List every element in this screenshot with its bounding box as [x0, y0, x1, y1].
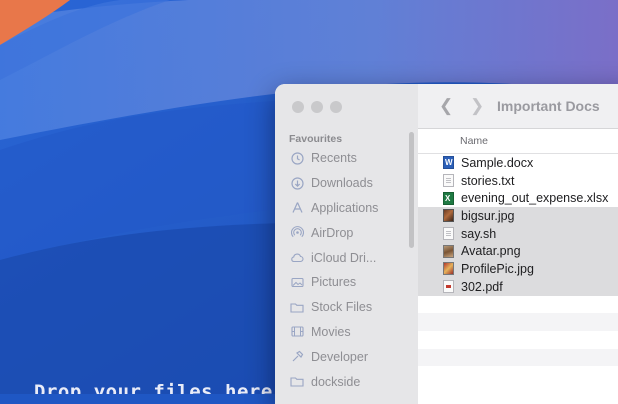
file-name: bigsur.jpg: [461, 208, 515, 223]
image-thumbnail-icon: [443, 244, 454, 258]
folder-icon: [290, 375, 304, 389]
sidebar-item-airdrop[interactable]: AirDrop: [275, 220, 410, 245]
minimize-window-button[interactable]: [311, 101, 323, 113]
cloud-icon: [290, 251, 304, 265]
empty-row: [418, 348, 618, 367]
file-row-selected[interactable]: ProfilePic.jpg: [418, 260, 618, 278]
sidebar-item-label: Recents: [311, 151, 357, 166]
file-name: Sample.docx: [461, 155, 534, 170]
sidebar-item-applications[interactable]: Applications: [275, 196, 410, 221]
sidebar-item-downloads[interactable]: Downloads: [275, 171, 410, 196]
sidebar-scrollbar[interactable]: [409, 132, 414, 248]
sidebar-item-pictures[interactable]: Pictures: [275, 270, 410, 295]
sidebar-item-movies[interactable]: Movies: [275, 320, 410, 345]
sidebar-item-label: iCloud Dri...: [311, 250, 377, 265]
text-file-icon: [443, 174, 454, 188]
sidebar-item-dockside[interactable]: dockside: [275, 369, 410, 394]
file-name: say.sh: [461, 226, 497, 241]
file-row[interactable]: evening_out_expense.xlsx: [418, 189, 618, 207]
empty-row: [418, 366, 618, 384]
file-name: evening_out_expense.xlsx: [461, 191, 609, 206]
sidebar-item-stock-files[interactable]: Stock Files: [275, 295, 410, 320]
finder-sidebar: Favourites Recents Downloads Application…: [275, 84, 419, 404]
word-document-icon: [443, 156, 454, 170]
folder-title: Important Docs: [497, 98, 600, 114]
forward-chevron-icon[interactable]: ❯: [470, 97, 484, 114]
clock-icon: [290, 151, 304, 165]
pdf-file-icon: [443, 280, 454, 294]
pictures-icon: [290, 275, 304, 289]
file-row-selected[interactable]: say.sh: [418, 224, 618, 243]
column-header-name[interactable]: Name: [460, 135, 488, 147]
sidebar-item-developer[interactable]: Developer: [275, 344, 410, 369]
sidebar-item-icloud-drive[interactable]: iCloud Dri...: [275, 245, 410, 270]
file-row-selected[interactable]: Avatar.png: [418, 242, 618, 261]
sidebar-item-label: Stock Files: [311, 300, 373, 315]
finder-content: ❮ ❯ Important Docs Name Sample.docx stor…: [418, 84, 618, 404]
finder-toolbar: ❮ ❯ Important Docs: [418, 84, 618, 129]
sidebar-item-label: AirDrop: [311, 225, 354, 240]
download-icon: [290, 176, 304, 190]
sidebar-item-label: Movies: [311, 324, 351, 339]
excel-spreadsheet-icon: [443, 191, 454, 205]
file-name: Avatar.png: [461, 244, 521, 259]
file-row[interactable]: Sample.docx: [418, 154, 618, 172]
sidebar-item-label: Downloads: [311, 176, 373, 191]
file-row-selected[interactable]: bigsur.jpg: [418, 207, 618, 225]
film-icon: [290, 325, 304, 339]
finder-window: Favourites Recents Downloads Application…: [275, 84, 618, 404]
sidebar-item-label: Applications: [311, 200, 379, 215]
file-list: Sample.docx stories.txt evening_out_expe…: [418, 154, 618, 384]
close-window-button[interactable]: [292, 101, 304, 113]
file-name: 302.pdf: [461, 279, 503, 294]
empty-row: [418, 331, 618, 349]
sidebar-list: Recents Downloads Applications AirDrop i…: [275, 146, 410, 394]
sidebar-item-label: Pictures: [311, 275, 357, 290]
sidebar-item-label: Developer: [311, 349, 368, 364]
applications-icon: [290, 201, 304, 215]
airdrop-icon: [290, 226, 304, 240]
file-row[interactable]: stories.txt: [418, 172, 618, 190]
empty-row: [418, 296, 618, 314]
shell-script-icon: [443, 227, 454, 241]
hammer-icon: [290, 350, 304, 364]
file-name: ProfilePic.jpg: [461, 261, 534, 276]
sidebar-item-recents[interactable]: Recents: [275, 146, 410, 171]
image-thumbnail-icon: [443, 262, 454, 276]
sidebar-section-favourites: Favourites: [289, 133, 343, 145]
image-thumbnail-icon: [443, 209, 454, 223]
empty-row: [418, 313, 618, 331]
zoom-window-button[interactable]: [330, 101, 342, 113]
file-row-selected[interactable]: 302.pdf: [418, 277, 618, 296]
file-name: stories.txt: [461, 173, 515, 188]
drop-zone-label: Drop your files here: [34, 381, 273, 394]
sidebar-item-label: dockside: [311, 374, 361, 389]
folder-icon: [290, 300, 304, 314]
column-header: Name: [418, 129, 618, 154]
window-controls: [292, 101, 342, 113]
back-chevron-icon[interactable]: ❮: [439, 97, 453, 114]
